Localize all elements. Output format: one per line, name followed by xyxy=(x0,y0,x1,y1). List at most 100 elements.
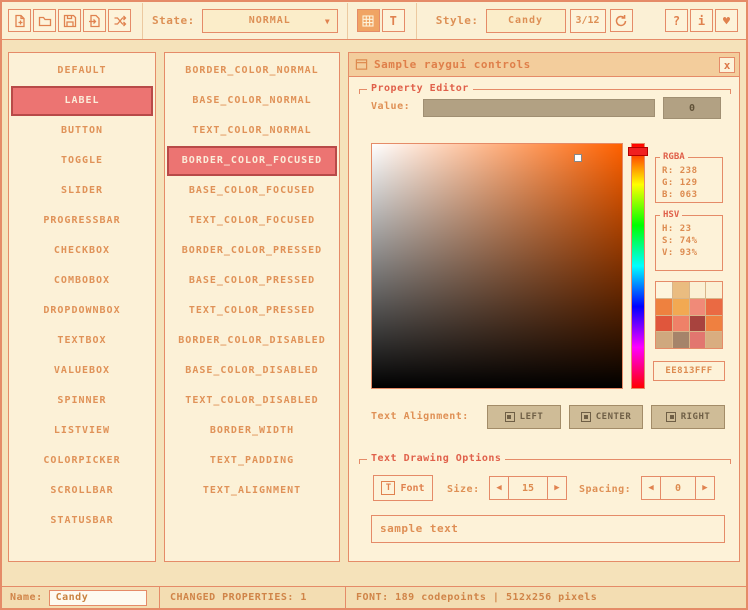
hex-color-textbox[interactable]: EE813FFF xyxy=(653,361,725,381)
list-item[interactable]: TEXT_ALIGNMENT xyxy=(167,476,337,506)
list-item[interactable]: TOGGLE xyxy=(11,146,153,176)
color-swatch[interactable] xyxy=(706,299,722,315)
list-item[interactable]: TEXTBOX xyxy=(11,326,153,356)
list-item[interactable]: BASE_COLOR_PRESSED xyxy=(167,266,337,296)
color-swatch[interactable] xyxy=(690,316,706,332)
list-item[interactable]: LABEL xyxy=(11,86,153,116)
help-button[interactable]: ? xyxy=(665,9,688,32)
rgba-b-value: B: 063 xyxy=(662,189,722,201)
color-swatch[interactable] xyxy=(706,332,722,348)
list-item[interactable]: TEXT_COLOR_FOCUSED xyxy=(167,206,337,236)
list-item[interactable]: COLORPICKER xyxy=(11,446,153,476)
load-font-button[interactable]: T Font xyxy=(373,475,433,501)
color-swatch[interactable] xyxy=(656,316,672,332)
align-center-icon xyxy=(581,412,591,422)
toolbar: State: NORMAL ▼ T Style: Candy 3/12 ? i xyxy=(2,2,746,40)
spacing-value[interactable]: 0 xyxy=(661,476,695,500)
random-style-button[interactable] xyxy=(108,9,131,32)
color-swatch[interactable] xyxy=(656,282,672,298)
color-picker-cursor[interactable] xyxy=(574,154,582,162)
style-combobox-value: Candy xyxy=(508,15,543,26)
save-style-button[interactable] xyxy=(58,9,81,32)
list-item[interactable]: DEFAULT xyxy=(11,56,153,86)
toolbar-separator xyxy=(347,3,348,39)
list-item[interactable]: LISTVIEW xyxy=(11,416,153,446)
list-item[interactable]: BUTTON xyxy=(11,116,153,146)
style-name-input[interactable]: Candy xyxy=(49,590,147,606)
sponsor-button[interactable]: ♥ xyxy=(715,9,738,32)
list-item[interactable]: DROPDOWNBOX xyxy=(11,296,153,326)
rguistyler-app: State: NORMAL ▼ T Style: Candy 3/12 ? i xyxy=(0,0,748,610)
color-swatch[interactable] xyxy=(690,332,706,348)
size-increase-icon[interactable]: ▶ xyxy=(547,476,567,500)
hue-bar[interactable] xyxy=(631,143,645,389)
color-swatch[interactable] xyxy=(656,332,672,348)
reload-icon xyxy=(614,14,628,28)
size-decrease-icon[interactable]: ◀ xyxy=(489,476,509,500)
new-style-button[interactable] xyxy=(8,9,31,32)
list-item[interactable]: BASE_COLOR_DISABLED xyxy=(167,356,337,386)
list-item[interactable]: STATUSBAR xyxy=(11,506,153,536)
property-value-box[interactable]: 0 xyxy=(663,97,721,119)
list-item[interactable]: BASE_COLOR_FOCUSED xyxy=(167,176,337,206)
list-item[interactable]: TEXT_COLOR_PRESSED xyxy=(167,296,337,326)
chevron-down-icon: ▼ xyxy=(325,17,331,26)
grid-icon xyxy=(361,14,375,28)
list-item[interactable]: PROGRESSBAR xyxy=(11,206,153,236)
color-picker-area[interactable] xyxy=(371,143,623,389)
spacing-decrease-icon[interactable]: ◀ xyxy=(641,476,661,500)
color-swatch[interactable] xyxy=(690,282,706,298)
state-dropdown[interactable]: NORMAL ▼ xyxy=(202,9,338,33)
align-left-button[interactable]: LEFT xyxy=(487,405,561,429)
style-combobox[interactable]: Candy xyxy=(486,9,566,33)
spacing-increase-icon[interactable]: ▶ xyxy=(695,476,715,500)
list-item[interactable]: COMBOBOX xyxy=(11,266,153,296)
rgba-g-value: G: 129 xyxy=(662,177,722,189)
color-swatch[interactable] xyxy=(673,299,689,315)
window-titlebar[interactable]: Sample raygui controls xyxy=(349,53,739,77)
rgba-label: RGBA xyxy=(660,152,688,162)
reload-style-button[interactable] xyxy=(610,9,633,32)
list-item[interactable]: TEXT_PADDING xyxy=(167,446,337,476)
table-view-button[interactable] xyxy=(357,9,380,32)
align-left-icon xyxy=(505,412,515,422)
list-item[interactable]: BORDER_COLOR_FOCUSED xyxy=(167,146,337,176)
style-label: Style: xyxy=(436,14,479,27)
list-item[interactable]: BORDER_WIDTH xyxy=(167,416,337,446)
list-item[interactable]: BORDER_COLOR_PRESSED xyxy=(167,236,337,266)
color-swatch[interactable] xyxy=(673,316,689,332)
color-swatch[interactable] xyxy=(673,282,689,298)
color-swatch[interactable] xyxy=(690,299,706,315)
sample-text-input[interactable]: sample text xyxy=(371,515,725,543)
color-swatch[interactable] xyxy=(706,282,722,298)
align-right-icon xyxy=(666,412,676,422)
list-item[interactable]: CHECKBOX xyxy=(11,236,153,266)
align-right-button[interactable]: RIGHT xyxy=(651,405,725,429)
list-item[interactable]: SCROLLBAR xyxy=(11,476,153,506)
about-button[interactable]: i xyxy=(690,9,713,32)
size-value[interactable]: 15 xyxy=(509,476,547,500)
list-item[interactable]: VALUEBOX xyxy=(11,356,153,386)
question-icon: ? xyxy=(673,14,680,28)
list-item[interactable]: BORDER_COLOR_NORMAL xyxy=(167,56,337,86)
list-item[interactable]: BASE_COLOR_NORMAL xyxy=(167,86,337,116)
font-atlas-button[interactable]: T xyxy=(382,9,405,32)
list-item[interactable]: TEXT_COLOR_NORMAL xyxy=(167,116,337,146)
open-style-button[interactable] xyxy=(33,9,56,32)
close-icon[interactable]: x xyxy=(719,57,735,73)
font-size-spinner: ◀ 15 ▶ xyxy=(489,476,567,500)
list-item[interactable]: BORDER_COLOR_DISABLED xyxy=(167,326,337,356)
align-center-button[interactable]: CENTER xyxy=(569,405,643,429)
color-swatch[interactable] xyxy=(656,299,672,315)
color-swatch[interactable] xyxy=(706,316,722,332)
hue-bar-selector[interactable] xyxy=(628,147,648,156)
hsv-label: HSV xyxy=(660,210,682,220)
export-style-button[interactable] xyxy=(83,9,106,32)
list-item[interactable]: SPINNER xyxy=(11,386,153,416)
list-item[interactable]: SLIDER xyxy=(11,176,153,206)
color-swatch[interactable] xyxy=(673,332,689,348)
property-value-slider[interactable] xyxy=(423,99,655,117)
window-icon xyxy=(355,58,368,71)
text-alignment-toggle-group: LEFT CENTER RIGHT xyxy=(487,405,725,429)
list-item[interactable]: TEXT_COLOR_DISABLED xyxy=(167,386,337,416)
